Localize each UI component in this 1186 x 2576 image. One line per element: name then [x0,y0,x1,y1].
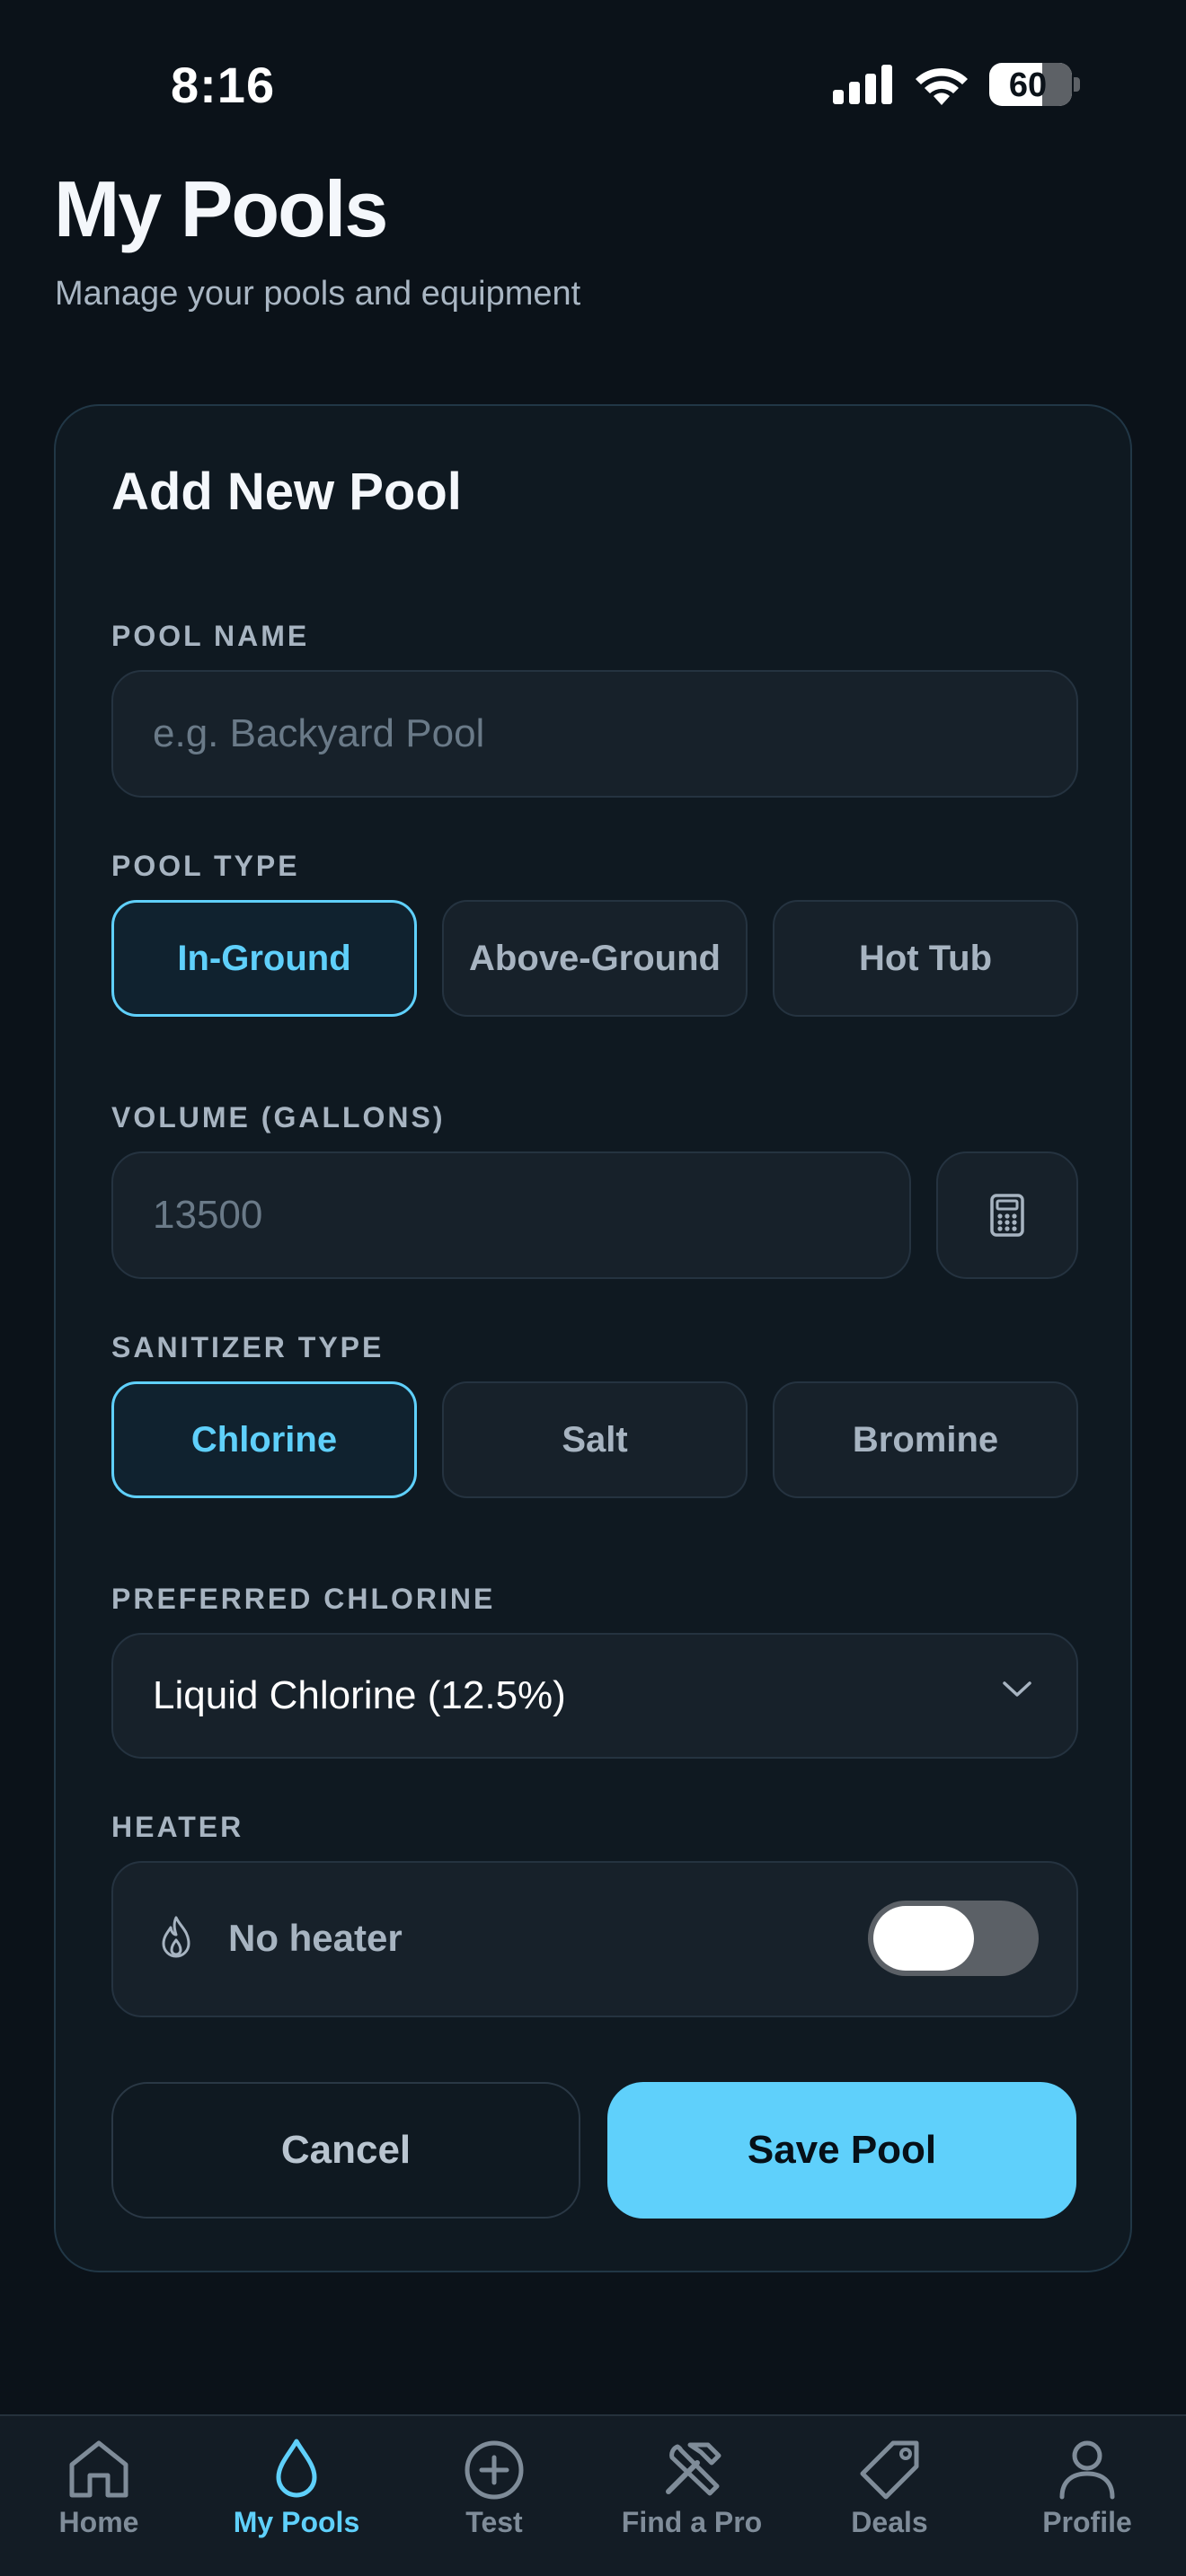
battery-indicator: 60 [989,63,1072,106]
card-title: Add New Pool [111,463,462,521]
tools-icon [666,2442,721,2496]
pool-name-placeholder: e.g. Backyard Pool [153,711,485,755]
tab-deals[interactable]: Deals [791,2436,988,2539]
calculator-icon [990,1194,1024,1237]
status-icons: 60 [833,63,1080,106]
tab-my-pools[interactable]: My Pools [198,2436,395,2539]
volume-calculator-button[interactable] [936,1151,1078,1279]
pool-type-in-ground[interactable]: In-Ground [111,900,417,1017]
pool-name-input[interactable]: e.g. Backyard Pool [111,670,1078,798]
preferred-chlorine-label: PREFERRED CHLORINE [111,1583,496,1615]
pool-name-label: POOL NAME [111,620,310,652]
tab-profile-label: Profile [1042,2506,1132,2538]
preferred-chlorine-value: Liquid Chlorine (12.5%) [153,1673,566,1717]
page-title: My Pools [54,164,388,253]
tab-test-label: Test [465,2506,523,2538]
sanitizer-label: SANITIZER TYPE [111,1331,385,1363]
cellular-signal-icon [833,65,892,104]
screen: 8:16 60 My Pools Manage your pools and e… [0,0,1186,2576]
tab-my-pools-label: My Pools [233,2506,360,2538]
add-pool-card: Add New Pool POOL NAME e.g. Backyard Poo… [54,404,1132,2272]
volume-label: VOLUME (GALLONS) [111,1101,446,1134]
tag-icon [860,2440,919,2500]
battery-level: 60 [1008,66,1048,104]
sanitizer-chlorine[interactable]: Chlorine [111,1381,417,1498]
tab-profile[interactable]: Profile [988,2436,1186,2539]
tab-home-label: Home [58,2506,139,2538]
flame-icon [162,1916,190,1958]
heater-toggle[interactable] [868,1901,1039,1976]
heater-value: No heater [228,1917,403,1959]
pool-type-label: POOL TYPE [111,850,300,882]
sanitizer-bromine[interactable]: Bromine [773,1381,1078,1498]
tab-test[interactable]: Test [395,2436,593,2539]
heater-label: HEATER [111,1811,244,1843]
plus-circle-icon [465,2440,524,2500]
preferred-chlorine-select[interactable]: Liquid Chlorine (12.5%) [111,1633,1078,1759]
tab-bar: Home My Pools Test Find a Pro Deals Prof… [0,2414,1186,2576]
droplet-icon [276,2439,317,2498]
chevron-down-icon [1003,1681,1031,1697]
page-subtitle: Manage your pools and equipment [55,275,581,313]
person-icon [1059,2440,1115,2500]
status-time: 8:16 [171,57,276,113]
pool-type-hot-tub[interactable]: Hot Tub [773,900,1078,1017]
tab-home[interactable]: Home [0,2436,198,2539]
volume-input[interactable]: 13500 [111,1151,911,1279]
battery-tip [1074,77,1080,92]
wifi-icon [916,67,968,105]
pool-type-above-ground[interactable]: Above-Ground [442,900,748,1017]
sanitizer-salt[interactable]: Salt [442,1381,748,1498]
tab-deals-label: Deals [851,2506,928,2538]
save-pool-button[interactable]: Save Pool [607,2082,1076,2219]
cancel-button[interactable]: Cancel [111,2082,580,2219]
home-icon [69,2440,128,2498]
toggle-knob [873,1906,974,1971]
tab-find-a-pro-label: Find a Pro [621,2506,763,2538]
volume-placeholder: 13500 [153,1193,263,1237]
heater-row: No heater [111,1861,1078,2017]
tab-find-a-pro[interactable]: Find a Pro [593,2436,791,2539]
